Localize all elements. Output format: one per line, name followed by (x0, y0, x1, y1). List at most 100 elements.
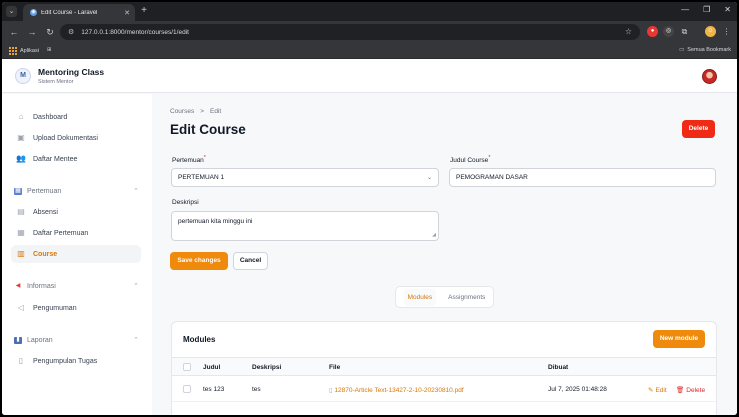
restore-icon[interactable]: ❐ (703, 5, 710, 14)
cell-judul: tes 123 (203, 386, 225, 393)
brand-subtitle: Sistem Mentor (38, 79, 74, 85)
book-icon: ▥ (17, 249, 25, 258)
delete-course-button[interactable]: Delete (682, 120, 715, 138)
site-info-icon[interactable]: ⚙ (68, 28, 74, 36)
sidebar: ⌂ Dashboard ▣ Upload Dokumentasi 👥 Dafta… (2, 94, 152, 415)
resize-handle-icon[interactable]: ◢ (432, 232, 436, 238)
cancel-button[interactable]: Cancel (233, 252, 268, 270)
browser-tab[interactable]: ◉ Edit Course - Laravel ✕ (23, 4, 135, 21)
sidebar-item-label: Daftar Pertemuan (33, 229, 89, 237)
tab-title: Edit Course - Laravel (41, 9, 98, 16)
sidebar-item-upload-dokumentasi[interactable]: ▣ Upload Dokumentasi (11, 129, 141, 147)
sidebar-item-pengumpulan-tugas[interactable]: ▯ Pengumpulan Tugas (11, 352, 141, 370)
edit-label: Edit (655, 386, 667, 394)
col-judul[interactable]: Judul (203, 364, 220, 371)
sidebar-item-label: Daftar Mentee (33, 155, 78, 163)
bookmark-star-icon[interactable]: ☆ (625, 27, 632, 36)
row-checkbox[interactable] (183, 385, 191, 393)
image-icon: ▣ (17, 133, 25, 142)
app-logo-icon[interactable]: M (15, 68, 31, 84)
reload-icon[interactable]: ↻ (41, 27, 59, 38)
users-icon: 👥 (16, 154, 26, 163)
sidebar-item-course[interactable]: ▥ Course (11, 245, 141, 263)
calendar-icon: ▦ (14, 187, 22, 195)
pencil-icon: ✎ (648, 387, 654, 394)
page-title: Edit Course (170, 122, 246, 137)
url-text: 127.0.0.1:8000/mentor/courses/1/edit (81, 28, 189, 36)
extensions-puzzle-icon[interactable]: ⧉ (679, 26, 690, 37)
window-controls: — ❐ ✕ (681, 5, 731, 14)
clipboard-icon: ▤ (17, 207, 25, 216)
chevron-down-icon: ⌄ (426, 175, 432, 181)
breadcrumb-courses[interactable]: Courses (170, 108, 194, 115)
breadcrumb-current: Edit (210, 108, 222, 115)
home-icon: ⌂ (18, 112, 24, 121)
sidebar-item-label: Upload Dokumentasi (33, 134, 98, 142)
group-pertemuan[interactable]: ▦ Pertemuan ⌃ (14, 187, 139, 195)
brand-name: Mentoring Class (38, 67, 105, 77)
breadcrumb-separator: > (200, 108, 205, 115)
pertemuan-value: PERTEMUAN 1 (178, 174, 225, 181)
deskripsi-textarea[interactable]: pertemuan kita minggu ini ◢ (171, 211, 439, 241)
trash-icon: 🗑 (676, 387, 685, 394)
apps-bookmark[interactable]: Aplikasi (9, 47, 39, 55)
group-informasi[interactable]: ◀ Informasi ⌃ (14, 282, 139, 291)
sidebar-item-pengumuman[interactable]: ◁ Pengumuman (11, 299, 141, 317)
tab-search-icon[interactable]: ⌄ (6, 6, 17, 17)
tab-assignments[interactable]: Assignments (448, 294, 485, 301)
sidebar-item-dashboard[interactable]: ⌂ Dashboard (11, 108, 141, 126)
user-avatar[interactable] (702, 69, 717, 84)
sidebar-item-absensi[interactable]: ▤ Absensi (11, 203, 141, 221)
app-page: M Mentoring Class Sistem Mentor ⌂ Dashbo… (2, 59, 737, 415)
col-file[interactable]: File (329, 364, 340, 371)
tab-close-icon[interactable]: ✕ (123, 9, 131, 17)
chevron-up-icon[interactable]: ⌃ (133, 336, 139, 344)
sidebar-item-label: Absensi (33, 208, 58, 216)
document-icon: ▯ (18, 356, 24, 365)
sidebar-item-label: Pengumuman (33, 304, 77, 312)
minimize-icon[interactable]: — (681, 5, 689, 14)
col-dibuat[interactable]: Dibuat (548, 364, 568, 371)
col-deskripsi[interactable]: Deskripsi (252, 364, 281, 371)
sidebar-item-daftar-mentee[interactable]: 👥 Daftar Mentee (11, 150, 141, 168)
deskripsi-label: Deskripsi (172, 199, 199, 206)
judul-course-input[interactable]: PEMOGRAMAN DASAR (449, 168, 716, 187)
delete-label: Delete (686, 386, 706, 394)
cell-deskripsi: tes (252, 386, 261, 393)
apps-label: Aplikasi (20, 48, 39, 54)
row-edit-button[interactable]: ✎ Edit (648, 386, 667, 395)
pertemuan-select[interactable]: PERTEMUAN 1 ⌄ (171, 168, 439, 187)
row-delete-button[interactable]: 🗑 Delete (676, 386, 706, 395)
url-bar[interactable]: ⚙ 127.0.0.1:8000/mentor/courses/1/edit ☆ (60, 24, 640, 40)
menu-kebab-icon[interactable]: ⋮ (721, 26, 732, 37)
sidebar-item-daftar-pertemuan[interactable]: ▦ Daftar Pertemuan (11, 224, 141, 242)
table-header: Judul Deskripsi File Dibuat (172, 357, 716, 376)
chevron-up-icon[interactable]: ⌃ (133, 282, 139, 290)
all-bookmarks[interactable]: ▭ Semua Bookmark (679, 47, 731, 53)
cell-file-link[interactable]: ▯ 12870-Article Text-13427-2-10-20230810… (329, 386, 464, 394)
close-window-icon[interactable]: ✕ (724, 5, 731, 14)
laravel-favicon-icon: ◉ (30, 9, 37, 16)
breadcrumb: Courses > Edit (170, 108, 221, 115)
group-laporan[interactable]: ▮ Laporan ⌃ (14, 336, 139, 344)
tab-groups-icon[interactable]: ⊞ (47, 47, 52, 53)
megaphone-outline-icon: ◁ (17, 303, 25, 312)
save-changes-button[interactable]: Save changes (170, 252, 228, 270)
apps-grid-icon (9, 47, 17, 55)
extension-red-icon[interactable]: ● (647, 26, 658, 37)
group-label: Informasi (27, 282, 56, 290)
judul-course-label: Judul Course* (450, 155, 491, 165)
profile-icon[interactable]: ☺ (705, 26, 716, 37)
select-all-checkbox[interactable] (183, 363, 191, 371)
new-tab-icon[interactable]: + (139, 6, 149, 16)
back-icon[interactable]: ← (5, 27, 23, 37)
sidebar-item-label: Pengumpulan Tugas (33, 357, 98, 365)
extension-dark-icon[interactable]: ◎ (663, 26, 674, 37)
new-module-button[interactable]: New module (653, 330, 705, 348)
forward-icon[interactable]: → (23, 27, 41, 37)
tab-modules[interactable]: Modules (403, 288, 437, 306)
content-tabs: Modules Assignments (395, 286, 494, 308)
chevron-up-icon[interactable]: ⌃ (133, 187, 139, 195)
judul-course-value: PEMOGRAMAN DASAR (456, 174, 528, 181)
all-bookmarks-label: Semua Bookmark (687, 47, 731, 53)
